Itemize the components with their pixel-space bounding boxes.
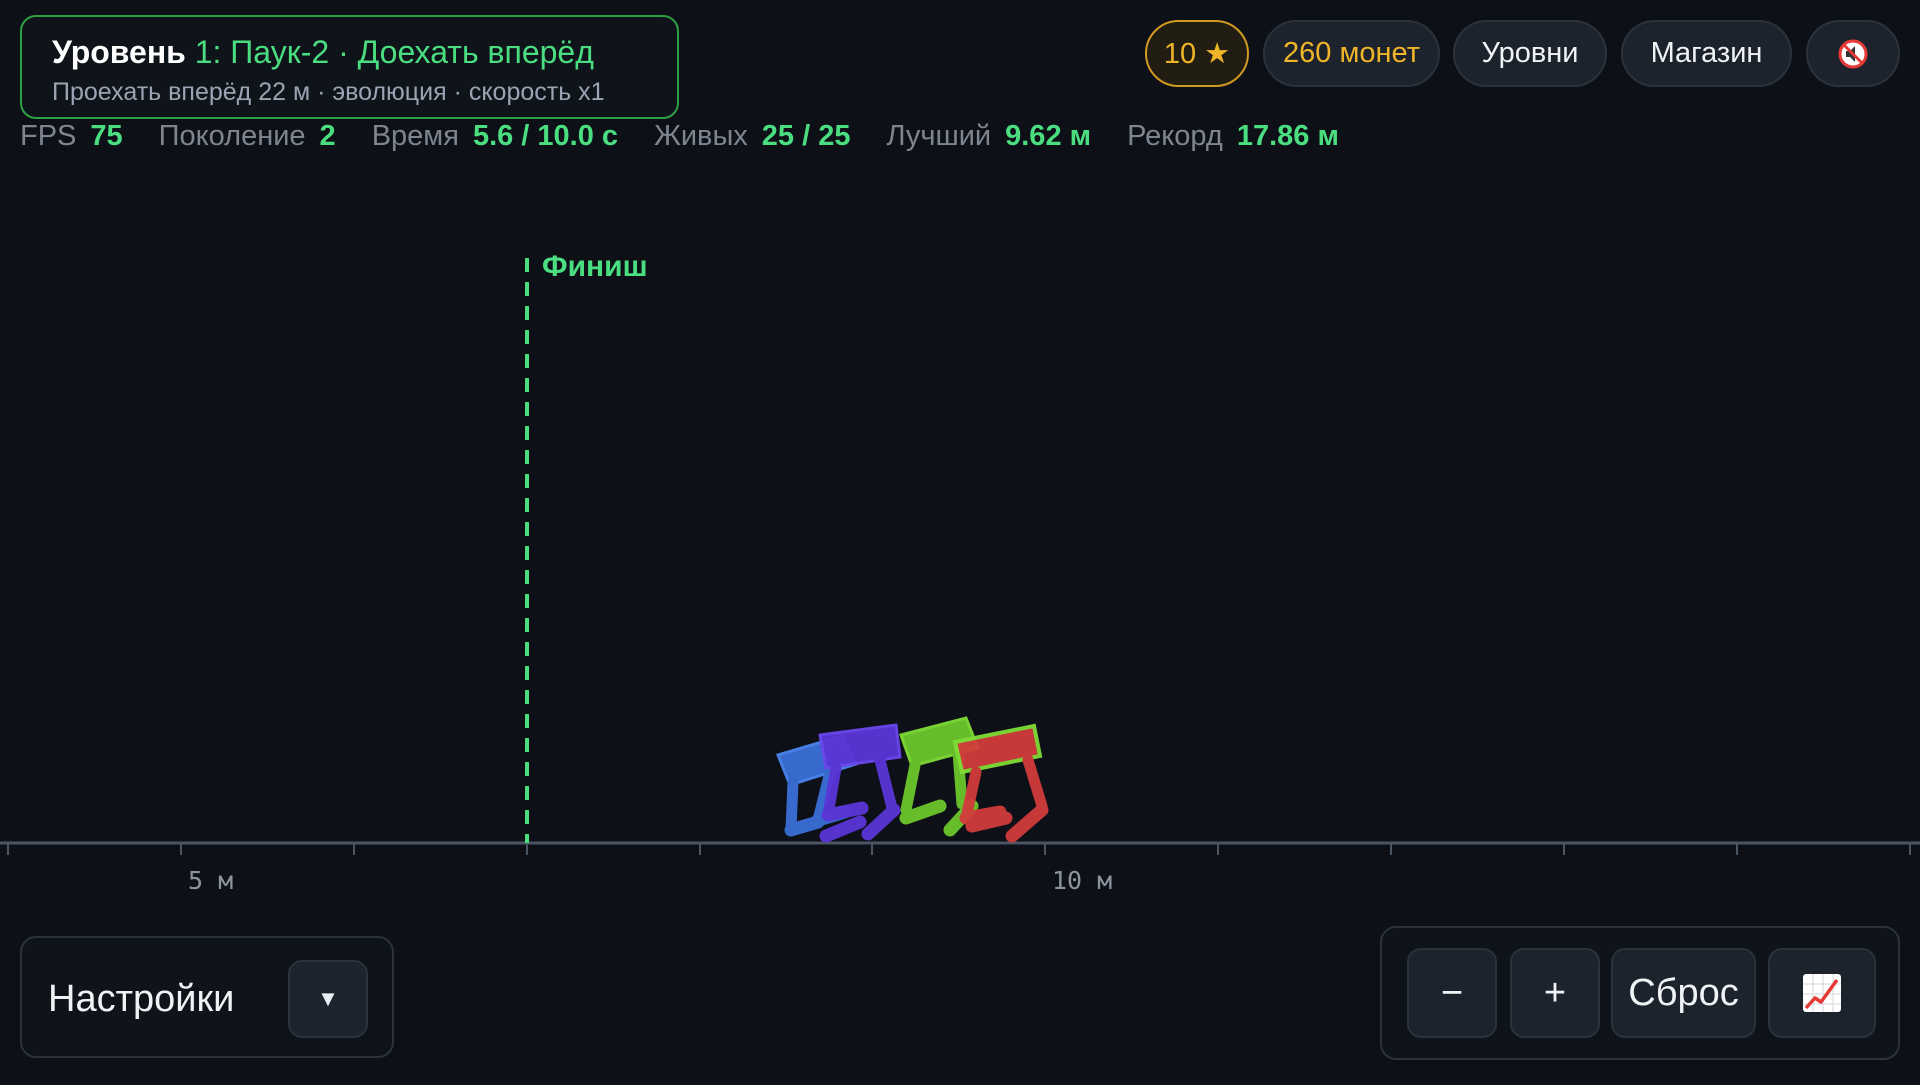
ground-ticks — [7, 843, 1911, 855]
stat-generation-value: 2 — [319, 119, 336, 152]
coins-badge: 260 монет — [1263, 20, 1440, 87]
game-world: Финиш 5 м 10 м — [0, 0, 1920, 1080]
levels-button[interactable]: Уровни — [1453, 20, 1607, 87]
stat-generation-label: Поколение — [158, 119, 306, 152]
control-panel: − + Сброс — [1380, 926, 1900, 1060]
stat-time: Время 5.6 / 10.0 с — [372, 120, 618, 153]
stat-time-value: 5.6 / 10.0 с — [472, 119, 619, 152]
stat-record-value: 17.86 м — [1236, 119, 1339, 152]
stat-fps-value: 75 — [90, 119, 123, 152]
finish-label: Финиш — [542, 250, 648, 283]
stats-bar: FPS 75 Поколение 2 Время 5.6 / 10.0 с Жи… — [20, 118, 1375, 154]
level-title: Уровень 1: Паук-2 · Доехать вперёд — [52, 33, 647, 71]
stat-fps-label: FPS — [20, 119, 77, 152]
stat-best: Лучший 9.62 м — [886, 120, 1091, 153]
settings-panel: Настройки ▼ — [20, 936, 394, 1058]
zoom-out-button[interactable]: − — [1407, 948, 1497, 1038]
stat-fps: FPS 75 — [20, 120, 123, 153]
stat-best-value: 9.62 м — [1005, 119, 1092, 152]
level-prefix: Уровень — [52, 34, 186, 70]
creature-red — [952, 723, 1049, 843]
stat-best-label: Лучший — [886, 119, 992, 152]
settings-label: Настройки — [48, 978, 235, 1020]
zoom-in-button[interactable]: + — [1510, 948, 1600, 1038]
game-screen: Финиш 5 м 10 м Уровень 1: Паук-2 · Доеха… — [0, 0, 1920, 1080]
reset-button[interactable]: Сброс — [1611, 948, 1756, 1038]
world-canvas — [0, 258, 1920, 855]
chevron-down-icon: ▼ — [317, 986, 339, 1011]
mute-icon — [1838, 39, 1868, 68]
shop-button[interactable]: Магазин — [1621, 20, 1792, 87]
stat-generation: Поколение 2 — [159, 120, 336, 153]
axis-label-5m: 5 м — [188, 866, 234, 895]
level-number: 1: — [194, 34, 222, 70]
chart-icon — [1803, 974, 1841, 1012]
settings-toggle-button[interactable]: ▼ — [288, 960, 368, 1038]
level-subtitle: Проехать вперёд 22 м · эволюция · скорос… — [52, 78, 605, 106]
axis-label-10m: 10 м — [1052, 866, 1113, 895]
creature-purple — [818, 723, 902, 843]
sound-toggle-button[interactable] — [1806, 20, 1900, 87]
stat-alive: Живых 25 / 25 — [654, 120, 850, 153]
stat-record: Рекорд 17.86 м — [1127, 120, 1339, 153]
stat-alive-label: Живых — [654, 119, 748, 152]
stat-record-label: Рекорд — [1127, 119, 1223, 152]
stat-alive-value: 25 / 25 — [761, 119, 851, 152]
chart-button[interactable] — [1768, 948, 1876, 1038]
stat-time-label: Время — [371, 119, 459, 152]
level-card: Уровень 1: Паук-2 · Доехать вперёд Проех… — [20, 15, 679, 119]
level-name: Паук-2 · Доехать вперёд — [230, 34, 594, 70]
stars-badge: 10 ★ — [1145, 20, 1249, 87]
